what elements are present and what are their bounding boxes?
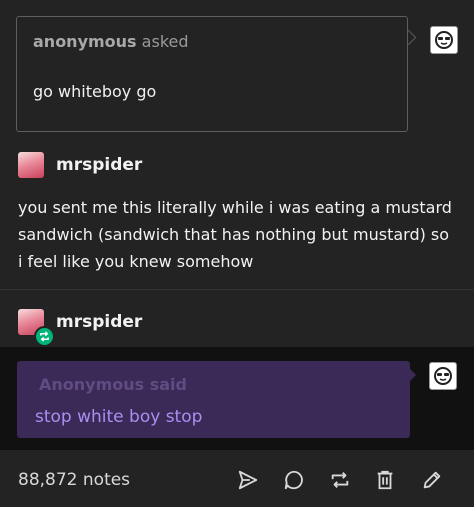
mrspider-reblog-avatar[interactable]	[18, 309, 55, 347]
asked-label: asked	[141, 32, 189, 51]
anonymous-avatar-reblog[interactable]	[429, 362, 457, 390]
divider	[0, 289, 474, 290]
mrspider-avatar[interactable]	[18, 152, 44, 178]
anonymous-said-label: Anonymous said	[39, 375, 187, 394]
tumblr-post: anonymous asked go whiteboy go mrspider …	[0, 0, 474, 507]
reblog-badge-icon	[34, 326, 55, 347]
edit-icon[interactable]	[420, 468, 444, 492]
anonymous-avatar[interactable]	[430, 26, 458, 54]
reblogged-question: stop white boy stop	[35, 407, 203, 427]
reblog-username[interactable]: mrspider	[56, 312, 142, 332]
anonymous-sunglasses-icon	[435, 31, 453, 49]
asker-name[interactable]: anonymous	[33, 32, 137, 51]
post-footer: 88,872 notes	[0, 450, 474, 507]
ask-question: go whiteboy go	[33, 82, 157, 101]
asker-line: anonymous asked	[33, 32, 189, 51]
notes-count[interactable]: 88,872 notes	[18, 470, 130, 490]
answer-author: mrspider	[18, 152, 142, 178]
reblogged-ask-box: Anonymous said stop white boy stop	[17, 361, 410, 438]
ask-box: anonymous asked go whiteboy go	[16, 16, 408, 132]
answer-username[interactable]: mrspider	[56, 155, 142, 175]
reblog-icon[interactable]	[328, 468, 352, 492]
delete-icon[interactable]	[373, 468, 397, 492]
reblog-author: mrspider	[18, 309, 142, 347]
anonymous-sunglasses-icon	[434, 367, 452, 385]
reply-icon[interactable]	[282, 468, 306, 492]
share-icon[interactable]	[236, 468, 260, 492]
answer-text: you sent me this literally while i was e…	[18, 198, 452, 271]
